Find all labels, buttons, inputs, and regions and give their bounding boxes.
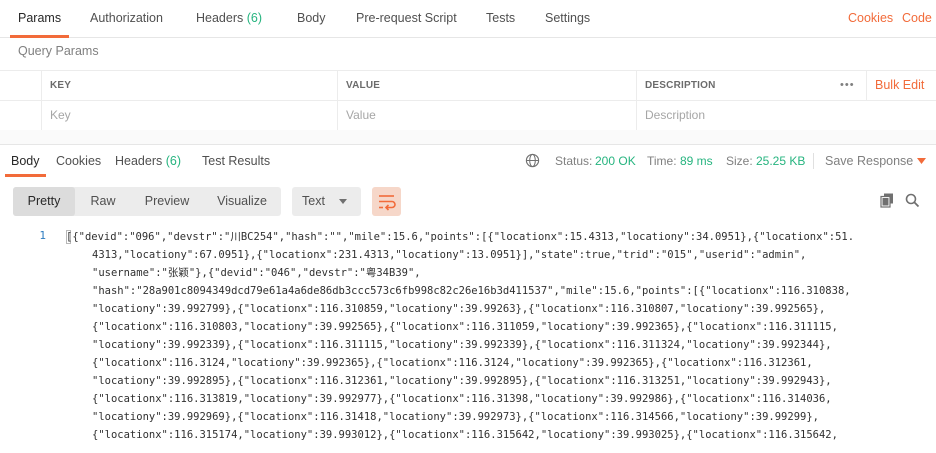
headers-count: (6) [246,11,263,25]
description-input[interactable]: Description [636,101,936,130]
code-line: 4313,"locationy":67.0951},{"locationx":2… [92,249,807,261]
tab-settings[interactable]: Settings [545,0,590,37]
tab-authorization[interactable]: Authorization [90,0,163,37]
more-options-icon[interactable]: ••• [832,71,866,100]
wrap-lines-button[interactable] [372,187,401,216]
row-handle-cell [0,71,41,100]
code-line: "locationy":39.992799},{"locationx":116.… [92,303,826,315]
chevron-down-icon[interactable] [917,158,926,164]
code-line: {"locationx":116.315174,"locationy":39.9… [92,429,838,441]
status-divider [813,153,814,169]
key-input[interactable]: Key [41,101,337,130]
response-tab-body[interactable]: Body [5,145,45,177]
tab-body[interactable]: Body [297,0,326,37]
tab-headers[interactable]: Headers (6) [196,0,262,37]
time-value: 89 ms [680,154,713,168]
table-row: Key Value Description [0,101,936,131]
code-line: [{"devid":"096","devstr":"川BC254","hash"… [66,231,855,243]
search-icon[interactable] [905,193,920,208]
column-header-key: KEY [41,71,337,100]
size-label: Size: [726,154,753,168]
tab-params[interactable]: Params [9,0,70,38]
line-number: 1 [39,229,46,242]
format-value: Text [302,194,325,208]
save-response-button[interactable]: Save Response [825,145,913,177]
tab-tests[interactable]: Tests [486,0,515,37]
response-tabs: Body Cookies Headers (6) Test Results St… [0,145,936,177]
value-input[interactable]: Value [337,101,636,130]
globe-icon[interactable] [525,153,540,168]
response-body-editor[interactable]: 1 [{"devid":"096","devstr":"川BC254","has… [0,226,936,453]
code-link[interactable]: Code [902,0,932,37]
code-line: "locationy":39.992339},{"locationx":116.… [92,339,832,351]
request-tabs: Params Authorization Headers (6) Body Pr… [0,0,936,38]
query-params-table: KEY VALUE DESCRIPTION ••• Bulk Edit Key … [0,70,936,131]
mode-visualize[interactable]: Visualize [203,187,281,216]
code-line: "hash":"28a901c8094349dcd79e61a4a6de86db… [92,285,851,297]
response-tab-cookies[interactable]: Cookies [56,145,101,177]
column-header-description: DESCRIPTION [636,71,832,100]
status-label: Status: [555,154,593,168]
mode-pretty[interactable]: Pretty [13,187,75,216]
query-params-title: Query Params [18,44,99,58]
response-tab-test-results[interactable]: Test Results [202,145,270,177]
size-value: 25.25 KB [756,154,806,168]
response-headers-count: (6) [165,154,182,168]
response-tab-headers[interactable]: Headers (6) [115,145,181,177]
mode-preview[interactable]: Preview [131,187,203,216]
table-header-row: KEY VALUE DESCRIPTION ••• Bulk Edit [0,70,936,101]
status-value: 200 OK [595,154,636,168]
view-mode-switcher: Pretty Raw Preview Visualize [13,187,281,216]
code-line: "locationy":39.992895},{"locationx":116.… [92,375,832,387]
wrap-lines-icon [379,195,396,211]
copy-icon[interactable] [880,193,894,208]
code-line: {"locationx":116.310803,"locationy":39.9… [92,321,838,333]
time-label: Time: [647,154,677,168]
code-line: {"locationx":116.3124,"locationy":39.992… [92,357,813,369]
format-chevron-icon [339,199,347,204]
column-header-value: VALUE [337,71,636,100]
cookies-link[interactable]: Cookies [848,0,893,37]
code-line: "locationy":39.992969},{"locationx":116.… [92,411,819,423]
code-line: {"locationx":116.313819,"locationy":39.9… [92,393,832,405]
panel-divider[interactable] [0,130,936,145]
row-checkbox-cell [0,101,41,130]
mode-raw[interactable]: Raw [75,187,131,216]
code-line: "username":"张颖"},{"devid":"046","devstr"… [92,267,421,279]
bulk-edit-button[interactable]: Bulk Edit [866,71,936,100]
tab-prerequest-script[interactable]: Pre-request Script [356,0,457,37]
format-select[interactable]: Text [292,187,361,216]
